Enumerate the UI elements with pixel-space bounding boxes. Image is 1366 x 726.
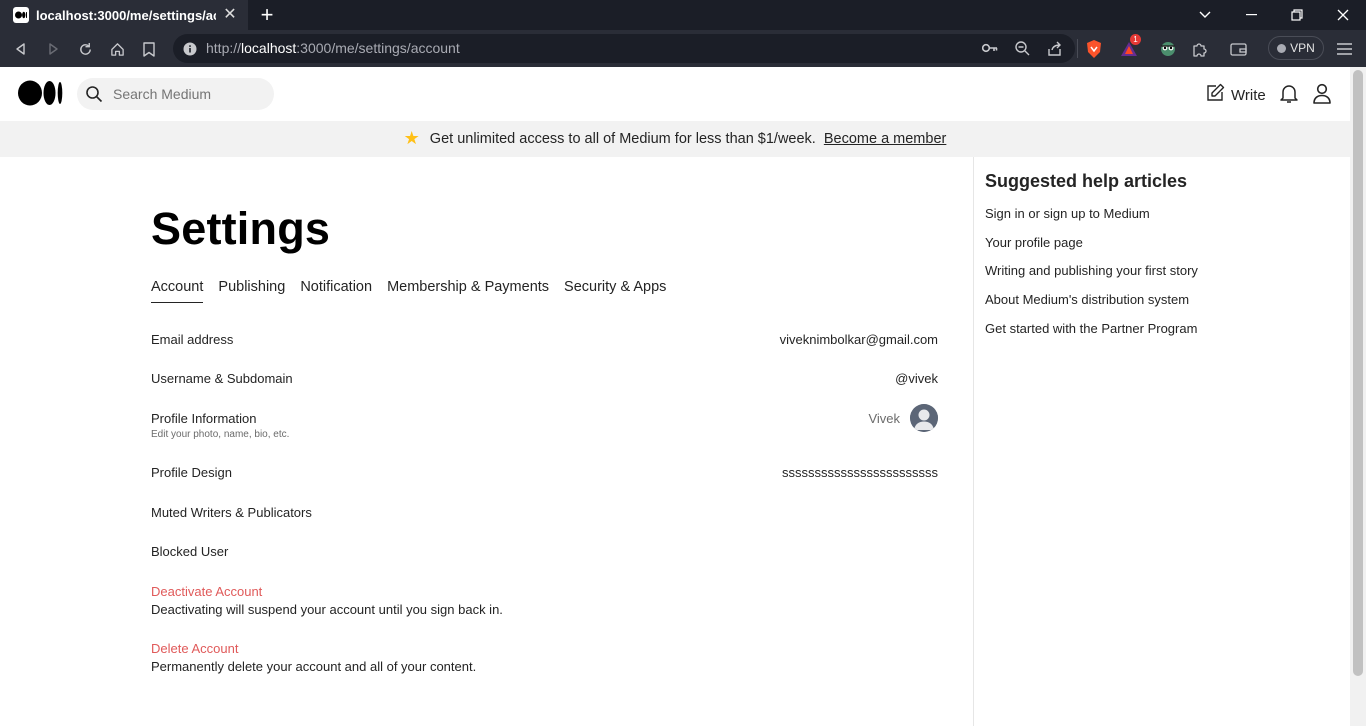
help-title: Suggested help articles <box>985 171 1188 191</box>
tab-publishing[interactable]: Publishing <box>218 279 285 303</box>
vpn-status-icon <box>1277 43 1287 53</box>
profile-info-subtitle: Edit your photo, name, bio, etc. <box>151 429 290 440</box>
tab-search-chevron-icon[interactable] <box>1182 0 1228 30</box>
user-profile-icon[interactable] <box>1312 83 1332 109</box>
help-article-link[interactable]: About Medium's distribution system <box>985 292 1189 307</box>
vpn-button[interactable]: VPN <box>1268 36 1324 60</box>
become-member-link[interactable]: Become a member <box>824 131 947 147</box>
share-icon[interactable] <box>1047 41 1062 61</box>
profile-extension-icon[interactable] <box>1156 37 1180 61</box>
help-article-link[interactable]: Get started with the Partner Program <box>985 321 1197 336</box>
username-value: @vivek <box>895 371 938 386</box>
forward-button[interactable] <box>41 37 65 61</box>
star-icon: ★ <box>403 127 420 148</box>
bookmark-icon[interactable] <box>137 37 161 61</box>
tab-membership-payments[interactable]: Membership & Payments <box>387 279 549 303</box>
sidebar-divider <box>973 157 974 726</box>
banner-text: Get unlimited access to all of Medium fo… <box>429 131 816 147</box>
address-bar[interactable]: http://localhost:3000/me/settings/accoun… <box>173 34 1075 63</box>
deactivate-account-link[interactable]: Deactivate Account <box>151 584 262 599</box>
medium-logo-icon[interactable] <box>18 80 63 111</box>
write-label: Write <box>1231 86 1266 104</box>
membership-banner: ★ Get unlimited access to all of Medium … <box>0 121 1350 157</box>
profile-info-label: Profile Information <box>151 411 257 426</box>
browser-toolbar: http://localhost:3000/me/settings/accoun… <box>0 30 1366 67</box>
page: Write ★ Get unlimited access to all of M… <box>0 67 1350 726</box>
home-button[interactable] <box>105 37 129 61</box>
rewards-badge: 1 <box>1130 34 1141 45</box>
medium-favicon-icon <box>13 7 29 23</box>
page-scrollbar[interactable] <box>1350 67 1366 726</box>
medium-top-nav: Write <box>0 67 1350 121</box>
email-label: Email address <box>151 332 234 347</box>
tab-security-apps[interactable]: Security & Apps <box>564 279 666 303</box>
scrollbar-thumb[interactable] <box>1353 70 1363 676</box>
vpn-label: VPN <box>1290 41 1315 55</box>
close-tab-icon[interactable]: ✕ <box>221 6 239 24</box>
zoom-icon[interactable] <box>1015 41 1030 61</box>
settings-tabs: Account Publishing Notification Membersh… <box>151 279 666 303</box>
profile-name: Vivek <box>868 411 900 426</box>
deactivate-account-desc: Deactivating will suspend your account u… <box>151 602 503 617</box>
site-info-icon[interactable] <box>183 42 197 61</box>
delete-account-desc: Permanently delete your account and all … <box>151 659 477 674</box>
brave-shields-icon[interactable] <box>1082 37 1106 61</box>
key-icon[interactable] <box>981 41 998 60</box>
help-article-link[interactable]: Sign in or sign up to Medium <box>985 206 1150 221</box>
blocked-user-label: Blocked User <box>151 544 229 559</box>
new-tab-button[interactable]: + <box>256 4 278 26</box>
brave-rewards-icon[interactable]: 1 <box>1117 34 1141 61</box>
delete-account-link[interactable]: Delete Account <box>151 641 238 656</box>
notifications-bell-icon[interactable] <box>1279 83 1299 109</box>
close-window-button[interactable] <box>1320 0 1366 30</box>
page-title: Settings <box>151 203 331 254</box>
help-article-link[interactable]: Your profile page <box>985 235 1083 250</box>
browser-tab-bar: localhost:3000/me/settings/account ✕ + <box>0 0 1366 30</box>
search-box[interactable] <box>77 78 274 110</box>
tab-account[interactable]: Account <box>151 279 204 303</box>
help-article-link[interactable]: Writing and publishing your first story <box>985 263 1198 278</box>
wallet-icon[interactable] <box>1226 37 1250 61</box>
menu-hamburger-icon[interactable] <box>1332 37 1356 61</box>
tab-title: localhost:3000/me/settings/account <box>36 7 216 23</box>
reload-button[interactable] <box>73 37 97 61</box>
search-input[interactable] <box>113 78 263 110</box>
write-button[interactable]: Write <box>1205 83 1266 107</box>
extensions-puzzle-icon[interactable] <box>1188 37 1212 61</box>
write-icon <box>1205 83 1225 107</box>
avatar[interactable] <box>910 404 938 432</box>
search-icon <box>85 85 103 108</box>
back-button[interactable] <box>9 37 33 61</box>
browser-tab[interactable]: localhost:3000/me/settings/account ✕ <box>0 0 248 30</box>
restore-button[interactable] <box>1274 0 1320 30</box>
minimize-button[interactable] <box>1228 0 1274 30</box>
muted-writers-label: Muted Writers & Publicators <box>151 505 312 520</box>
toolbar-divider <box>1077 39 1078 58</box>
profile-design-label: Profile Design <box>151 465 232 480</box>
email-value: viveknimbolkar@gmail.com <box>779 332 938 347</box>
username-label: Username & Subdomain <box>151 371 293 386</box>
url-text: http://localhost:3000/me/settings/accoun… <box>206 40 460 56</box>
tab-notification[interactable]: Notification <box>300 279 372 303</box>
profile-design-value: ssssssssssssssssssssssss <box>782 465 938 480</box>
